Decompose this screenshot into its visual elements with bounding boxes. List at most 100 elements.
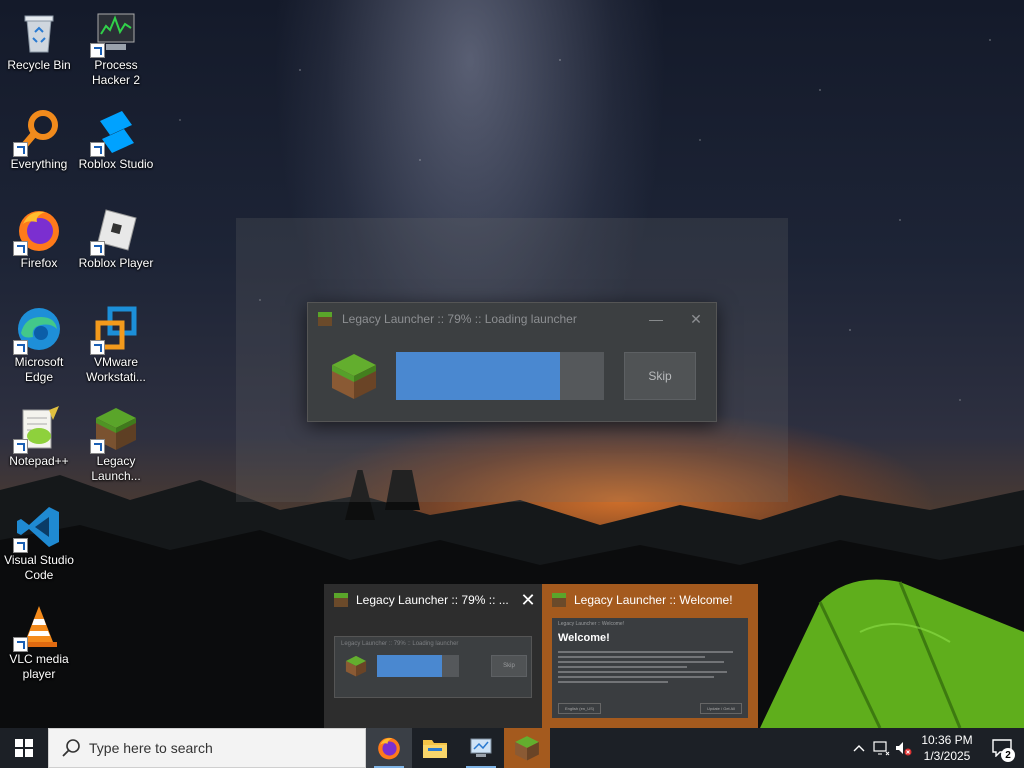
desktop-icon-recycle-bin[interactable]: Recycle Bin <box>1 4 77 73</box>
desktop-icon-notepadpp[interactable]: Notepad++ <box>1 400 77 469</box>
taskbar-control-panel[interactable] <box>458 728 504 768</box>
folder-icon <box>423 740 447 758</box>
desktop-icon-roblox-studio[interactable]: Roblox Studio <box>78 103 154 172</box>
desktop-icon-label: Firefox <box>20 256 58 270</box>
close-button[interactable]: ✕ <box>676 303 716 335</box>
preview-title: Legacy Launcher :: 79% :: ... <box>356 593 509 607</box>
minecraft-grass-block-icon <box>332 354 376 399</box>
vmware-icon <box>90 305 140 355</box>
minecraft-grass-icon <box>515 736 539 761</box>
desktop-icon-label: Roblox Player <box>78 256 154 270</box>
vlc-icon <box>13 602 63 652</box>
shortcut-arrow-icon <box>13 241 28 256</box>
taskbar: Type here to search 10:36 PM 1/3/2025 2 <box>0 728 1024 768</box>
clock-time: 10:36 PM <box>921 733 973 747</box>
start-button[interactable] <box>0 728 48 768</box>
minimize-button[interactable]: — <box>636 303 676 335</box>
shortcut-arrow-icon <box>13 142 28 157</box>
preview-thumbnail: Legacy Launcher :: 79% :: Loading launch… <box>334 636 532 698</box>
desktop-icon-roblox-player[interactable]: Roblox Player <box>78 202 154 271</box>
desktop-icon-vscode[interactable]: Visual Studio Code <box>1 499 77 583</box>
taskbar-clock[interactable]: 10:36 PM 1/3/2025 <box>914 732 980 764</box>
taskbar-preview-loading[interactable]: Legacy Launcher :: 79% :: ... ✕ Legacy L… <box>324 584 542 728</box>
action-center-button[interactable]: 2 <box>980 728 1024 768</box>
edge-icon <box>13 305 63 355</box>
thumbnail-heading: Welcome! <box>558 632 610 644</box>
progress-fill <box>396 352 561 400</box>
shortcut-arrow-icon <box>90 439 105 454</box>
desktop-icon-everything[interactable]: Everything <box>1 103 77 172</box>
desktop-icon-edge[interactable]: Microsoft Edge <box>1 301 77 385</box>
shortcut-arrow-icon <box>13 637 28 652</box>
desktop-icon-label: Microsoft Edge <box>14 355 64 384</box>
shortcut-arrow-icon <box>13 538 28 553</box>
thumbnail-text-block <box>552 646 748 688</box>
notification-count-badge: 2 <box>1001 748 1015 762</box>
desktop-icon-vlc[interactable]: VLC media player <box>1 598 77 682</box>
launcher-titlebar[interactable]: Legacy Launcher :: 79% :: Loading launch… <box>308 303 716 335</box>
desktop-icon-label: Roblox Studio <box>78 157 154 171</box>
launcher-title: Legacy Launcher :: 79% :: Loading launch… <box>342 312 577 326</box>
wallpaper-tent <box>760 579 1024 728</box>
recycle-bin-icon <box>15 8 63 56</box>
thumbnail-progress-bar <box>377 655 459 677</box>
preview-title: Legacy Launcher :: Welcome! <box>574 593 733 607</box>
shortcut-arrow-icon <box>90 241 105 256</box>
thumbnail-title: Legacy Launcher :: 79% :: Loading launch… <box>341 641 459 647</box>
windows-logo-icon <box>15 739 33 757</box>
desktop-icon-label: Visual Studio Code <box>4 553 74 582</box>
thumbnail-language-select: English (en_US) <box>558 703 602 714</box>
desktop-icon-label: Legacy Launch... <box>91 454 141 483</box>
taskbar-legacy-launcher[interactable] <box>504 728 550 768</box>
clock-date: 1/3/2025 <box>923 749 971 763</box>
vscode-icon <box>13 503 63 553</box>
shortcut-arrow-icon <box>13 340 28 355</box>
loading-progress-bar <box>396 352 604 400</box>
volume-muted-icon[interactable] <box>892 728 914 768</box>
search-placeholder: Type here to search <box>89 740 213 756</box>
legacy-launcher-window: Legacy Launcher :: 79% :: Loading launch… <box>307 302 717 422</box>
taskbar-file-explorer[interactable] <box>412 728 458 768</box>
search-icon <box>62 739 80 757</box>
shortcut-arrow-icon <box>90 43 105 58</box>
taskbar-search-box[interactable]: Type here to search <box>48 728 366 768</box>
desktop-icon-label: Recycle Bin <box>7 58 71 72</box>
desktop-icon-process-hacker[interactable]: Process Hacker 2 <box>78 4 154 88</box>
desktop-icon-label: VMware Workstati... <box>86 355 146 384</box>
thumbnail-progress-fill <box>377 655 442 677</box>
desktop-icon-legacy-launcher[interactable]: Legacy Launch... <box>78 400 154 484</box>
desktop-icon-label: VLC media player <box>9 652 69 681</box>
minecraft-grass-icon <box>90 404 140 454</box>
thumbnail-window-title: Legacy Launcher :: Welcome! <box>558 621 625 627</box>
process-hacker-icon <box>90 8 140 58</box>
shortcut-arrow-icon <box>90 142 105 157</box>
system-tray: 10:36 PM 1/3/2025 2 <box>848 728 1024 768</box>
desktop-icon-label: Process Hacker 2 <box>91 58 141 87</box>
minecraft-grass-icon <box>334 593 348 607</box>
everything-search-icon <box>13 107 63 157</box>
skip-button[interactable]: Skip <box>624 352 696 400</box>
roblox-studio-icon <box>90 107 140 157</box>
taskbar-preview-welcome[interactable]: Legacy Launcher :: Welcome! Legacy Launc… <box>542 584 758 728</box>
control-panel-icon <box>470 738 492 757</box>
desktop-icon-label: Everything <box>10 157 68 171</box>
preview-thumbnail: Legacy Launcher :: Welcome! Welcome! Eng… <box>552 618 748 718</box>
minecraft-grass-icon <box>318 312 332 326</box>
desktop-icon-label: Notepad++ <box>9 454 69 468</box>
roblox-player-icon <box>90 206 140 256</box>
firefox-icon <box>378 737 400 760</box>
firefox-icon <box>13 206 63 256</box>
taskbar-firefox[interactable] <box>366 728 412 768</box>
thumbnail-action-button: Update / Get All <box>699 703 742 714</box>
preview-close-button[interactable]: ✕ <box>514 590 542 611</box>
thumbnail-skip-button: Skip <box>491 655 527 677</box>
shortcut-arrow-icon <box>13 439 28 454</box>
network-icon[interactable] <box>870 728 892 768</box>
desktop-icon-vmware[interactable]: VMware Workstati... <box>78 301 154 385</box>
shortcut-arrow-icon <box>90 340 105 355</box>
chevron-up-icon[interactable] <box>848 728 870 768</box>
minecraft-grass-icon <box>345 655 367 677</box>
notepadpp-icon <box>13 404 63 454</box>
desktop-icon-firefox[interactable]: Firefox <box>1 202 77 271</box>
minecraft-grass-icon <box>552 593 566 607</box>
